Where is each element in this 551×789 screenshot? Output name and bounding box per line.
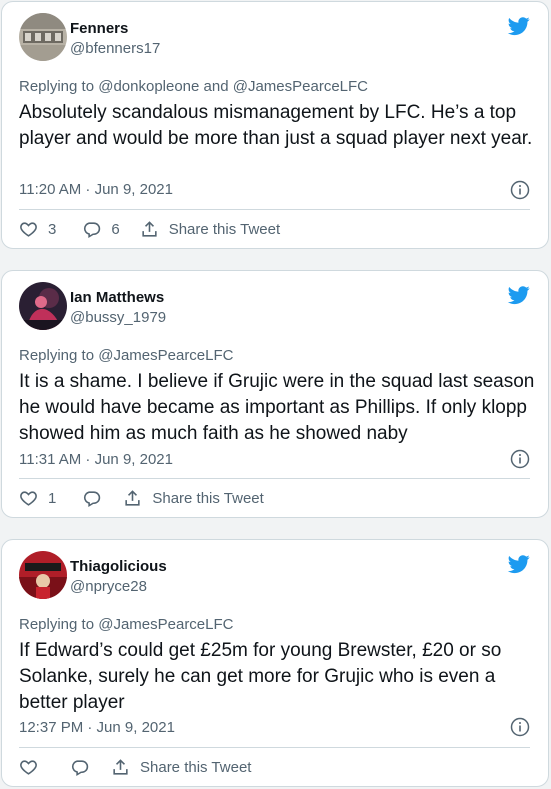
like-count: 1	[48, 490, 57, 507]
display-name[interactable]: Ian Matthews	[70, 289, 164, 306]
heart-icon	[20, 222, 37, 237]
twitter-bird-icon[interactable]	[506, 553, 532, 575]
share-icon	[113, 759, 128, 775]
twitter-bird-icon[interactable]	[506, 284, 532, 306]
like-count: 3	[48, 221, 57, 238]
reply-count: 6	[111, 221, 120, 238]
share-label: Share this Tweet	[140, 759, 252, 776]
user-handle[interactable]: @bfenners17	[70, 40, 160, 57]
mention-link[interactable]: @JamesPearceLFC	[98, 347, 233, 364]
heart-icon	[20, 760, 37, 775]
share-icon	[125, 490, 140, 506]
replying-label: Replying to	[19, 347, 95, 364]
like-button[interactable]: 1	[19, 489, 56, 508]
like-button[interactable]	[19, 758, 38, 777]
reply-button[interactable]	[70, 758, 89, 777]
share-button[interactable]: Share this Tweet	[111, 758, 251, 777]
tweet-text: Absolutely scandalous mismanagement by L…	[19, 102, 533, 149]
share-label: Share this Tweet	[152, 490, 264, 507]
share-button[interactable]: Share this Tweet	[140, 220, 280, 239]
tweet-timestamp[interactable]: 11:31 AM · Jun 9, 2021	[19, 451, 173, 468]
divider	[19, 747, 530, 748]
tweet-timestamp[interactable]: 12:37 PM · Jun 9, 2021	[19, 719, 175, 736]
mention-link[interactable]: @JamesPearceLFC	[98, 616, 233, 633]
divider	[19, 478, 530, 479]
replying-to: Replying to @donkopleone and @JamesPearc…	[19, 78, 368, 95]
twitter-bird-icon[interactable]	[506, 15, 532, 37]
display-name[interactable]: Fenners	[70, 20, 128, 37]
mention-link[interactable]: @donkopleone	[98, 78, 199, 95]
share-icon	[142, 221, 157, 237]
replying-label: Replying to	[19, 78, 95, 95]
divider	[19, 209, 530, 210]
tweet-card[interactable]: Ian Matthews @bussy_1979 Replying to @Ja…	[1, 270, 549, 518]
replying-joiner: and	[203, 78, 229, 95]
share-label: Share this Tweet	[168, 221, 281, 238]
reply-bubble-icon	[71, 760, 89, 777]
tweet-card[interactable]: Fenners @bfenners17 Replying to @donkopl…	[1, 1, 549, 249]
tweet-actions: 1 Share this Tweet	[19, 489, 264, 508]
reply-bubble-icon	[84, 491, 101, 508]
reply-button[interactable]	[82, 489, 101, 508]
user-handle[interactable]: @bussy_1979	[70, 309, 166, 326]
reply-bubble-icon	[84, 222, 101, 239]
tweet-card[interactable]: Thiagolicious @npryce28 Replying to @Jam…	[1, 539, 549, 787]
like-button[interactable]: 3	[19, 220, 56, 239]
info-icon[interactable]	[510, 449, 530, 469]
tweet-actions: 3 6 Share this Tweet	[19, 220, 280, 239]
share-button[interactable]: Share this Tweet	[123, 489, 264, 508]
info-icon[interactable]	[510, 180, 530, 200]
mention-link[interactable]: @JamesPearceLFC	[233, 78, 368, 95]
tweet-actions: Share this Tweet	[19, 758, 251, 777]
replying-label: Replying to	[19, 616, 95, 633]
user-handle[interactable]: @npryce28	[70, 578, 147, 595]
info-icon[interactable]	[510, 717, 530, 737]
avatar[interactable]	[19, 13, 67, 61]
replying-to: Replying to @JamesPearceLFC	[19, 616, 234, 633]
reply-button[interactable]: 6	[82, 220, 120, 239]
avatar[interactable]	[19, 282, 67, 330]
avatar[interactable]	[19, 551, 67, 599]
tweet-text: It is a shame. I believe if Grujic were …	[19, 371, 535, 444]
display-name[interactable]: Thiagolicious	[70, 558, 167, 575]
tweet-timestamp[interactable]: 11:20 AM · Jun 9, 2021	[19, 181, 173, 198]
heart-icon	[20, 491, 37, 506]
tweet-text: If Edward’s could get £25m for young Bre…	[19, 640, 502, 713]
replying-to: Replying to @JamesPearceLFC	[19, 347, 234, 364]
